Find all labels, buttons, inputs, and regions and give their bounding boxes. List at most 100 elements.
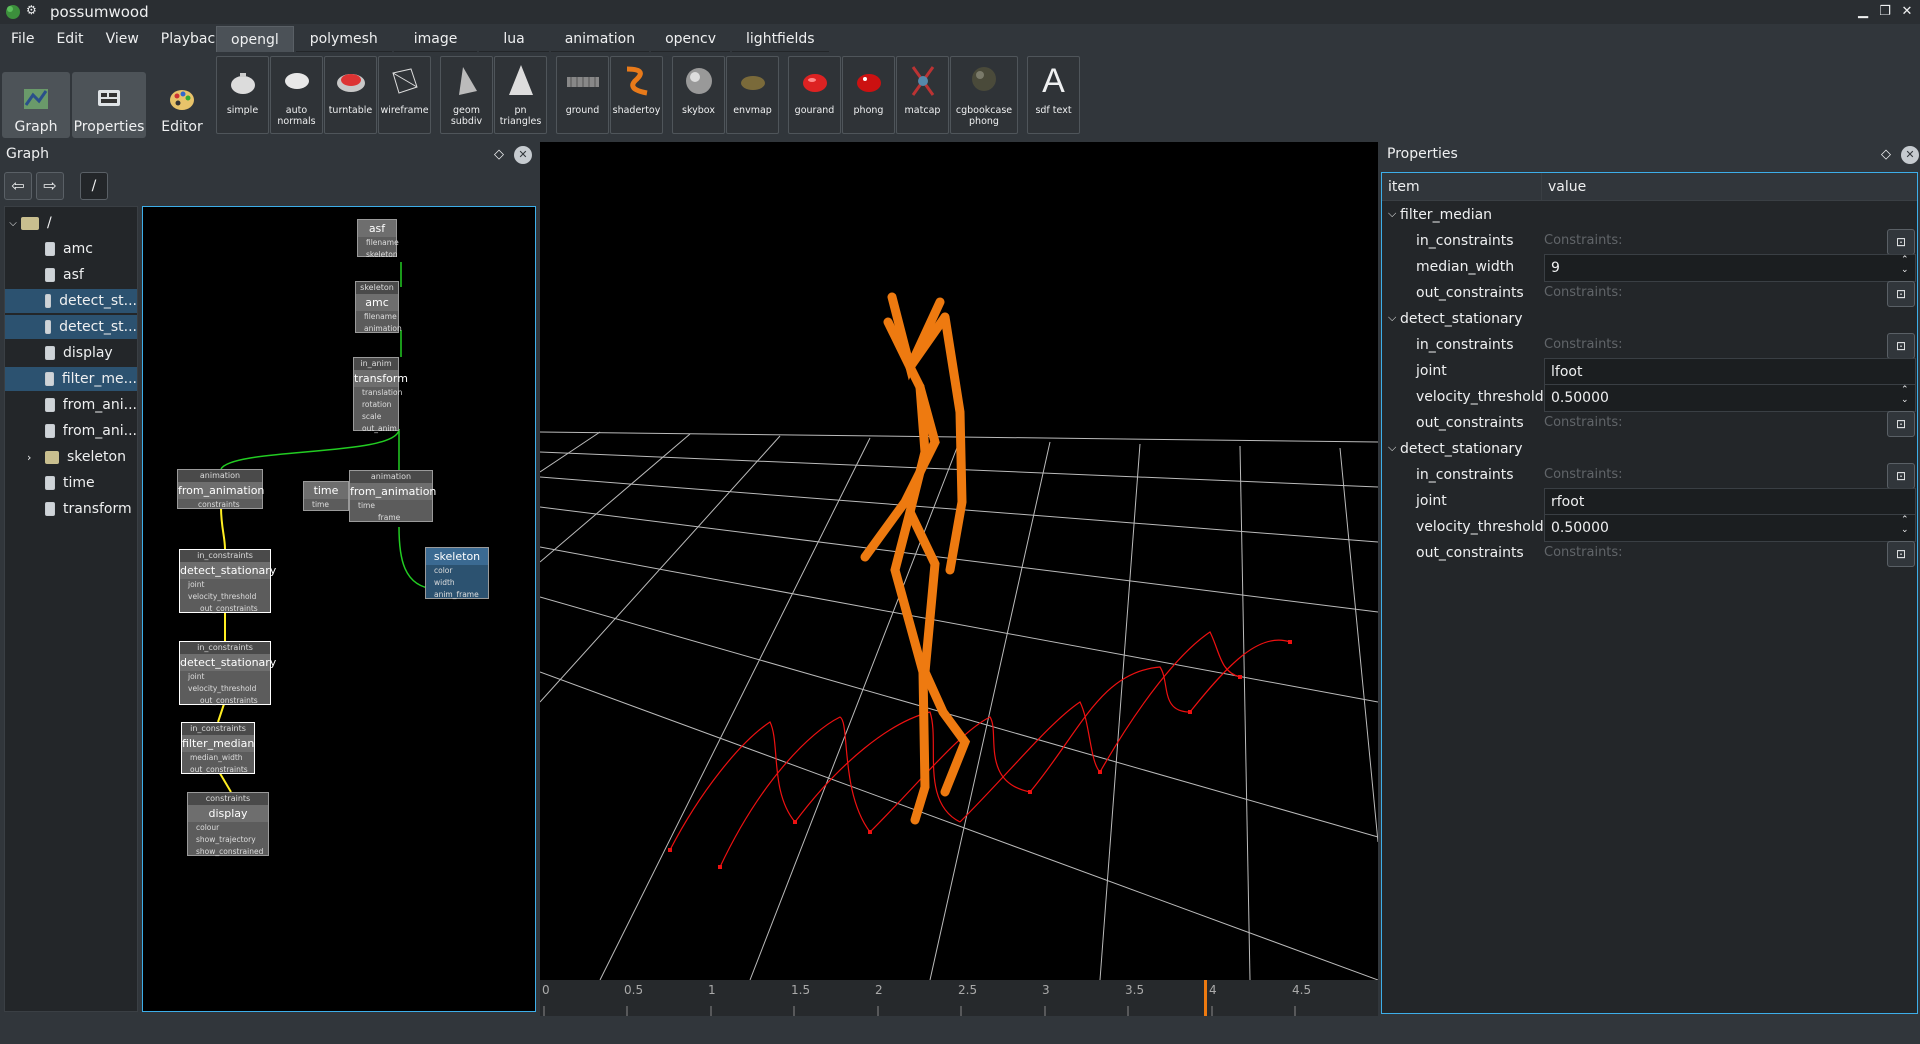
tool-geom-subdiv[interactable]: geom subdiv — [440, 56, 493, 134]
tab-lua[interactable]: lua — [479, 26, 549, 52]
properties-mode-button[interactable]: Properties — [72, 72, 146, 138]
node-port[interactable]: width — [426, 577, 488, 589]
node-detect-stationary-2[interactable]: in_constraints detect_stationary joint v… — [179, 641, 276, 707]
tool-matcap[interactable]: matcap — [896, 56, 949, 134]
tree-item-from-animation-1[interactable]: from_ani... — [5, 393, 137, 417]
spin-arrows-icon[interactable]: ⌃ ⌄ — [1901, 515, 1909, 535]
chevron-down-icon[interactable]: ⌵ — [5, 218, 21, 229]
tree-item-from-animation-2[interactable]: from_ani... — [5, 419, 137, 443]
menu-file[interactable]: File — [0, 31, 45, 47]
tool-auto-normals[interactable]: auto normals — [270, 56, 323, 134]
node-port[interactable]: animation — [356, 323, 402, 335]
tree-item-asf[interactable]: asf — [5, 263, 137, 287]
tool-turntable[interactable]: turntable — [324, 56, 377, 134]
tool-envmap[interactable]: envmap — [726, 56, 779, 134]
editor-mode-button[interactable]: Editor — [148, 72, 216, 138]
tree-item-root[interactable]: ⌵ / — [5, 211, 137, 235]
tool-ground[interactable]: ground — [556, 56, 609, 134]
node-port[interactable]: color — [426, 565, 488, 577]
node-graph-canvas[interactable]: asf filename skeleton skeleton amc filen… — [142, 206, 536, 1012]
tab-animation[interactable]: animation — [550, 26, 650, 52]
tree-item-detect-stationary-1[interactable]: detect_st... — [5, 289, 137, 313]
node-filter-median[interactable]: in_constraints filter_median median_widt… — [181, 722, 255, 774]
tool-skybox[interactable]: skybox — [672, 56, 725, 134]
tree-item-transform[interactable]: transform — [5, 497, 137, 521]
close-panel-icon[interactable]: ✕ — [514, 146, 532, 164]
tree-item-time[interactable]: time — [5, 471, 137, 495]
tab-polymesh[interactable]: polymesh — [295, 26, 392, 52]
node-port[interactable]: out_constraints — [182, 764, 254, 776]
tool-gourand[interactable]: gourand — [788, 56, 841, 134]
close-panel-icon[interactable]: ✕ — [1901, 146, 1919, 164]
tool-phong[interactable]: phong — [842, 56, 895, 134]
node-port[interactable]: scale — [354, 411, 398, 423]
spin-arrows-icon[interactable]: ⌃ ⌄ — [1901, 385, 1909, 405]
node-port[interactable]: velocity_threshold — [180, 591, 270, 603]
node-port[interactable]: joint — [180, 671, 270, 683]
window-menu-icon[interactable]: ⚙ — [26, 3, 37, 17]
tool-pn-triangles[interactable]: pn triangles — [494, 56, 547, 134]
node-port[interactable]: out_anim — [354, 423, 398, 435]
edit-constraints-icon[interactable]: ⊡ — [1887, 541, 1915, 567]
spin-arrows-icon[interactable]: ⌃ ⌄ — [1901, 255, 1909, 275]
node-port[interactable]: constraints — [178, 499, 262, 511]
tree-item-filter-median[interactable]: filter_me... — [5, 367, 137, 391]
chevron-down-icon[interactable]: ⌵ — [1388, 311, 1396, 325]
node-skeleton[interactable]: skeleton color width anim_frame — [425, 547, 489, 599]
float-panel-icon[interactable]: ◇ — [490, 146, 508, 164]
node-port[interactable]: time — [304, 499, 348, 511]
tree-item-skeleton[interactable]: › skeleton — [5, 445, 137, 469]
tree-item-amc[interactable]: amc — [5, 237, 137, 261]
node-time[interactable]: time time — [303, 481, 349, 511]
float-panel-icon[interactable]: ◇ — [1877, 146, 1895, 164]
node-amc[interactable]: skeleton amc filename animation — [355, 281, 402, 335]
node-port[interactable]: out_constraints — [180, 695, 270, 707]
timeline-playhead[interactable] — [1203, 980, 1207, 1016]
node-port[interactable]: time — [350, 500, 432, 512]
menu-edit[interactable]: Edit — [45, 31, 94, 47]
back-arrow-icon[interactable]: ⇦ — [4, 172, 32, 200]
node-port[interactable]: velocity_threshold — [180, 683, 270, 695]
tool-cgbookcase-phong[interactable]: cgbookcase phong — [950, 56, 1018, 134]
node-transform[interactable]: in_anim transform translation rotation s… — [353, 357, 408, 433]
forward-arrow-icon[interactable]: ⇨ — [36, 172, 64, 200]
node-port[interactable]: out_constraints — [180, 603, 270, 615]
restore-icon[interactable]: ❐ — [1876, 3, 1894, 21]
column-value[interactable]: value — [1542, 173, 1586, 200]
node-port[interactable]: anim_frame — [426, 589, 488, 601]
tool-simple[interactable]: simple — [216, 56, 269, 134]
tool-sdf-text[interactable]: Asdf text — [1027, 56, 1080, 134]
path-breadcrumb[interactable]: / — [80, 172, 108, 200]
column-item[interactable]: item — [1382, 173, 1542, 200]
node-asf[interactable]: asf filename skeleton — [357, 219, 399, 259]
tab-image[interactable]: image — [393, 26, 478, 52]
node-port[interactable]: colour — [188, 822, 268, 834]
tab-opencv[interactable]: opencv — [651, 26, 731, 52]
tab-opengl[interactable]: opengl — [216, 26, 294, 52]
chevron-down-icon[interactable]: ⌵ — [1388, 207, 1396, 221]
node-from-animation-2[interactable]: animation from_animation time frame — [349, 470, 436, 524]
node-detect-stationary-1[interactable]: in_constraints detect_stationary joint v… — [179, 549, 276, 615]
tree-item-display[interactable]: display — [5, 341, 137, 365]
node-port[interactable]: filename — [356, 311, 398, 323]
node-port[interactable]: rotation — [354, 399, 398, 411]
minimize-icon[interactable]: ▁ — [1854, 3, 1872, 21]
node-port[interactable]: skeleton — [358, 249, 398, 261]
node-port[interactable]: filename — [358, 237, 399, 249]
tool-shadertoy[interactable]: shadertoy — [610, 56, 663, 134]
node-port[interactable]: translation — [354, 387, 402, 399]
graph-mode-button[interactable]: Graph — [2, 72, 70, 138]
tool-wireframe[interactable]: wireframe — [378, 56, 431, 134]
menu-view[interactable]: View — [95, 31, 150, 47]
node-display[interactable]: constraints display colour show_trajecto… — [187, 792, 269, 856]
3d-viewport[interactable] — [540, 142, 1378, 1016]
node-port[interactable]: frame — [350, 512, 432, 524]
tree-item-detect-stationary-2[interactable]: detect_st... — [5, 315, 137, 339]
timeline[interactable]: 0 0.5 1 1.5 2 2.5 3 3.5 4 4.5 — [540, 980, 1378, 1016]
node-port[interactable]: joint — [180, 579, 270, 591]
chevron-right-icon[interactable]: › — [27, 451, 45, 464]
node-port[interactable]: median_width — [182, 752, 254, 764]
node-port[interactable]: show_constrained — [188, 846, 268, 858]
chevron-down-icon[interactable]: ⌵ — [1388, 441, 1396, 455]
node-from-animation-1[interactable]: animation from_animation constraints — [177, 469, 264, 511]
